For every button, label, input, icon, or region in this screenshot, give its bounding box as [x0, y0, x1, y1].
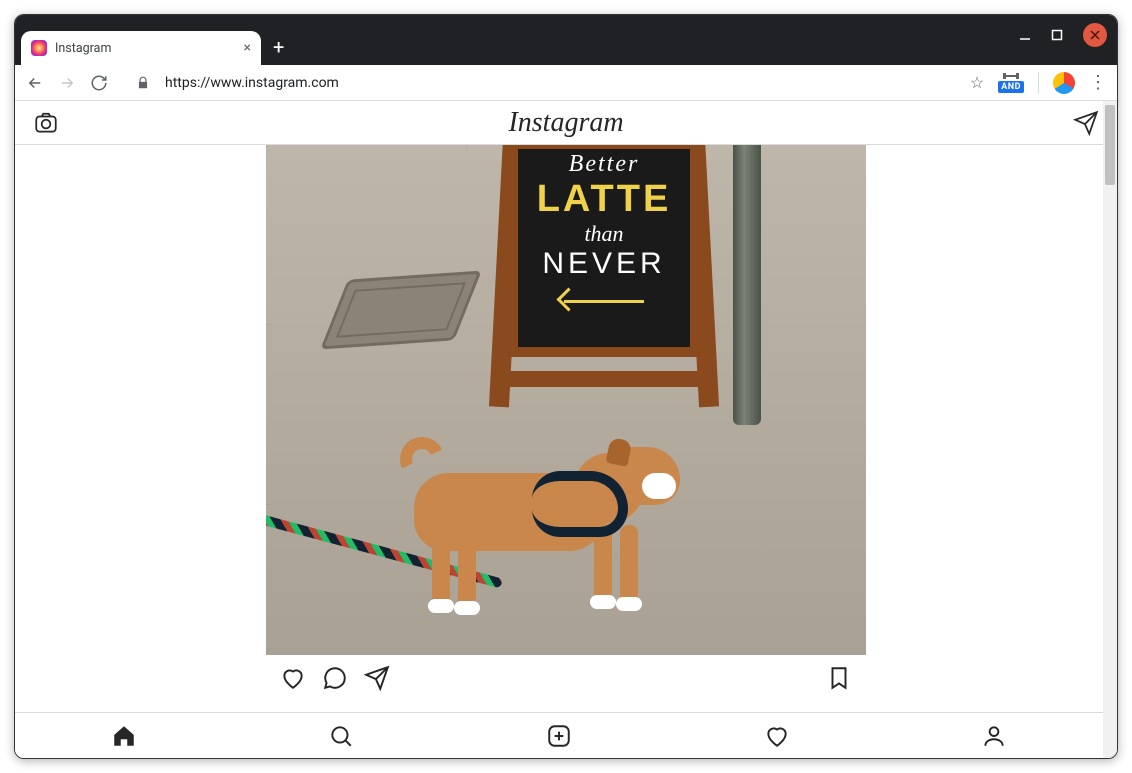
nav-back-button[interactable]: [25, 73, 45, 93]
titlebar: Instagram × +: [15, 15, 1117, 65]
extension-badge: AND: [998, 81, 1024, 93]
bookmark-star-icon[interactable]: ☆: [970, 73, 984, 92]
nav-forward-button[interactable]: [57, 73, 77, 93]
dog: [364, 413, 674, 633]
like-heart-icon[interactable]: [280, 665, 306, 691]
nav-search-icon[interactable]: [328, 723, 354, 749]
nav-activity-icon[interactable]: [764, 723, 790, 749]
nav-add-icon[interactable]: [546, 723, 572, 749]
comment-icon[interactable]: [322, 665, 348, 691]
instagram-logo[interactable]: Instagram: [508, 107, 623, 139]
instagram-header: Instagram: [15, 101, 1117, 145]
chalk-arrow-icon: [564, 287, 644, 303]
tab-title: Instagram: [55, 41, 111, 56]
lock-icon[interactable]: [133, 73, 153, 93]
post-actions: [266, 655, 866, 701]
scrollbar-thumb[interactable]: [1105, 105, 1115, 185]
address-bar-right: ☆ AND ⋮: [970, 72, 1107, 94]
chalk-line-4: NEVER: [542, 247, 665, 281]
window-maximize-button[interactable]: [1051, 29, 1063, 41]
instagram-favicon: [31, 40, 47, 56]
bottom-nav: [15, 712, 1103, 758]
url-text[interactable]: https://www.instagram.com: [165, 75, 339, 91]
browser-menu-icon[interactable]: ⋮: [1089, 72, 1107, 93]
post-image[interactable]: Better LATTE than NEVER: [266, 145, 866, 655]
chalk-line-2: LATTE: [537, 178, 672, 221]
chalk-line-1: Better: [569, 151, 640, 178]
bookmark-icon[interactable]: [826, 665, 852, 691]
send-icon[interactable]: [1073, 110, 1099, 136]
nav-home-icon[interactable]: [111, 723, 137, 749]
tab-close-icon[interactable]: ×: [244, 40, 251, 56]
window-close-button[interactable]: [1083, 23, 1107, 47]
new-tab-button[interactable]: +: [261, 35, 296, 65]
browser-tab[interactable]: Instagram ×: [21, 31, 261, 65]
post: Better LATTE than NEVER: [266, 145, 866, 712]
feed[interactable]: Better LATTE than NEVER: [15, 145, 1117, 712]
share-icon[interactable]: [364, 665, 390, 691]
nav-profile-icon[interactable]: [981, 723, 1007, 749]
camera-icon[interactable]: [33, 110, 59, 136]
window-controls: [1019, 23, 1107, 47]
extension-and[interactable]: AND: [998, 72, 1024, 93]
page-viewport: Instagram Better: [15, 101, 1117, 758]
window-minimize-button[interactable]: [1019, 29, 1031, 41]
chalk-line-3: than: [584, 221, 623, 247]
vertical-scrollbar[interactable]: [1103, 101, 1117, 758]
pole: [733, 145, 761, 425]
browser-window: Instagram × + https://www.i: [14, 14, 1118, 759]
profile-avatar-icon[interactable]: [1053, 72, 1075, 94]
divider: [1038, 72, 1039, 94]
nav-reload-button[interactable]: [89, 73, 109, 93]
chalkboard-sign: Better LATTE than NEVER: [494, 145, 714, 407]
address-bar: https://www.instagram.com ☆ AND ⋮: [15, 65, 1117, 101]
chalkboard: Better LATTE than NEVER: [508, 145, 700, 357]
